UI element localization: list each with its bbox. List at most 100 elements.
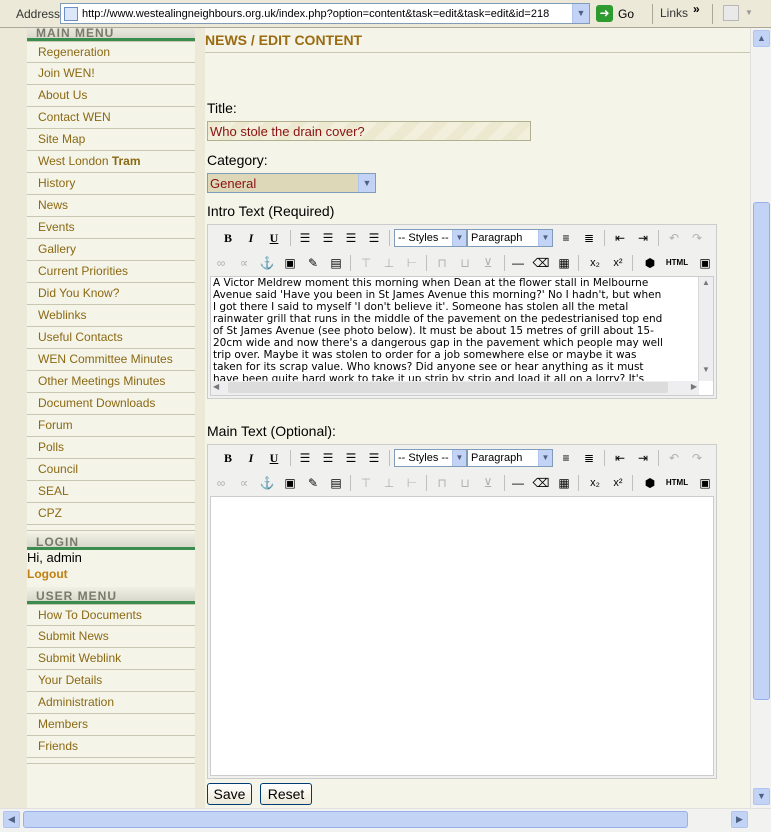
- window-horizontal-scrollbar[interactable]: ◀ ▶: [0, 808, 771, 832]
- undo-icon[interactable]: ↶: [664, 229, 684, 247]
- eraser-icon[interactable]: ⌫: [531, 254, 551, 272]
- main-menu-item[interactable]: Gallery: [27, 239, 195, 261]
- format-select[interactable]: Paragraph ▼: [467, 449, 553, 467]
- main-menu-item[interactable]: WEN Committee Minutes: [27, 349, 195, 371]
- main-menu-item[interactable]: News: [27, 195, 195, 217]
- user-menu-item[interactable]: Submit News: [27, 626, 195, 648]
- user-menu-item[interactable]: Submit Weblink: [27, 648, 195, 670]
- main-menu-item[interactable]: Regeneration: [27, 41, 195, 63]
- delete-row-icon[interactable]: ⊥: [379, 254, 399, 272]
- italic-button[interactable]: I: [241, 229, 261, 247]
- cleanup-icon[interactable]: ✎: [303, 254, 323, 272]
- main-menu-item[interactable]: Useful Contacts: [27, 327, 195, 349]
- main-menu-item[interactable]: Other Meetings Minutes: [27, 371, 195, 393]
- image-insert-icon[interactable]: ▣: [695, 474, 715, 492]
- superscript-button[interactable]: x²: [608, 474, 628, 492]
- bold-button[interactable]: B: [218, 229, 238, 247]
- subscript-button[interactable]: x₂: [585, 474, 605, 492]
- go-button[interactable]: ➜ Go: [596, 4, 644, 24]
- main-menu-item[interactable]: Site Map: [27, 129, 195, 151]
- styles-dropdown-icon[interactable]: ▼: [452, 230, 466, 246]
- merge-cell-icon[interactable]: ⊻: [478, 474, 498, 492]
- styles-dropdown-icon[interactable]: ▼: [452, 450, 466, 466]
- insert-col-icon[interactable]: ⊓: [432, 474, 452, 492]
- media-icon[interactable]: ⬢: [640, 474, 660, 492]
- delete-col-icon[interactable]: ⊔: [455, 474, 475, 492]
- links-chevron-icon[interactable]: »: [693, 2, 700, 16]
- main-menu-item[interactable]: Current Priorities: [27, 261, 195, 283]
- unlink-icon[interactable]: ∝: [234, 474, 254, 492]
- visual-aid-icon[interactable]: ▦: [554, 254, 574, 272]
- align-left-icon[interactable]: ☰: [295, 229, 315, 247]
- main-menu-item[interactable]: West London Tram: [27, 151, 195, 173]
- main-menu-item[interactable]: Join WEN!: [27, 63, 195, 85]
- horizontal-rule-icon[interactable]: —: [508, 474, 528, 492]
- category-select[interactable]: General ▼: [207, 173, 376, 193]
- main-menu-item[interactable]: Contact WEN: [27, 107, 195, 129]
- delete-row-icon[interactable]: ⊥: [379, 474, 399, 492]
- save-button[interactable]: Save: [207, 783, 252, 805]
- links-label[interactable]: Links: [660, 6, 688, 20]
- indent-icon[interactable]: ⇥: [633, 229, 653, 247]
- underline-button[interactable]: U: [264, 229, 284, 247]
- split-cell-icon[interactable]: ⊢: [402, 474, 422, 492]
- main-menu-item[interactable]: CPZ: [27, 503, 195, 525]
- main-menu-item[interactable]: History: [27, 173, 195, 195]
- cleanup-icon[interactable]: ✎: [303, 474, 323, 492]
- redo-icon[interactable]: ↷: [687, 449, 707, 467]
- redo-icon[interactable]: ↷: [687, 229, 707, 247]
- bullet-list-icon[interactable]: ≡: [556, 449, 576, 467]
- scroll-down-icon[interactable]: ▼: [700, 365, 712, 377]
- intro-text-content[interactable]: A Victor Meldrew moment this morning whe…: [213, 277, 693, 385]
- address-url[interactable]: http://www.westealingneighbours.org.uk/i…: [82, 8, 549, 20]
- bullet-list-icon[interactable]: ≡: [556, 229, 576, 247]
- align-left-icon[interactable]: ☰: [295, 449, 315, 467]
- html-button[interactable]: HTML: [663, 474, 691, 492]
- image-icon[interactable]: ▣: [280, 254, 300, 272]
- image-icon[interactable]: ▣: [280, 474, 300, 492]
- eraser-icon[interactable]: ⌫: [531, 474, 551, 492]
- user-menu-item[interactable]: Members: [27, 714, 195, 736]
- split-cell-icon[interactable]: ⊢: [402, 254, 422, 272]
- format-dropdown-icon[interactable]: ▼: [538, 230, 552, 246]
- delete-col-icon[interactable]: ⊔: [455, 254, 475, 272]
- main-menu-item[interactable]: Did You Know?: [27, 283, 195, 305]
- category-dropdown-icon[interactable]: ▼: [358, 174, 375, 192]
- bold-button[interactable]: B: [218, 449, 238, 467]
- image-insert-icon[interactable]: ▣: [695, 254, 715, 272]
- format-select[interactable]: Paragraph ▼: [467, 229, 553, 247]
- reset-button[interactable]: Reset: [260, 783, 312, 805]
- media-icon[interactable]: ⬢: [640, 254, 660, 272]
- main-menu-item[interactable]: Polls: [27, 437, 195, 459]
- toolbar-extension-icon[interactable]: [723, 5, 739, 21]
- main-menu-item[interactable]: Events: [27, 217, 195, 239]
- window-scroll-left-icon[interactable]: ◀: [3, 811, 20, 828]
- address-input[interactable]: http://www.westealingneighbours.org.uk/i…: [60, 3, 590, 24]
- main-menu-item[interactable]: SEAL: [27, 481, 195, 503]
- outdent-icon[interactable]: ⇤: [610, 229, 630, 247]
- main-menu-item[interactable]: Weblinks: [27, 305, 195, 327]
- main-menu-item[interactable]: Document Downloads: [27, 393, 195, 415]
- underline-button[interactable]: U: [264, 449, 284, 467]
- align-right-icon[interactable]: ☰: [341, 449, 361, 467]
- insert-col-icon[interactable]: ⊓: [432, 254, 452, 272]
- align-center-icon[interactable]: ☰: [318, 229, 338, 247]
- undo-icon[interactable]: ↶: [664, 449, 684, 467]
- table-icon[interactable]: ▤: [326, 254, 346, 272]
- window-vertical-scrollbar[interactable]: ▲ ▼: [750, 28, 771, 808]
- intro-textarea[interactable]: A Victor Meldrew moment this morning whe…: [210, 276, 714, 396]
- format-dropdown-icon[interactable]: ▼: [538, 450, 552, 466]
- link-icon[interactable]: ∞: [211, 474, 231, 492]
- visual-aid-icon[interactable]: ▦: [554, 474, 574, 492]
- user-menu-item[interactable]: Administration: [27, 692, 195, 714]
- title-input[interactable]: Who stole the drain cover?: [207, 121, 531, 141]
- scroll-left-icon[interactable]: ◀: [213, 382, 219, 391]
- scroll-up-icon[interactable]: ▲: [700, 278, 712, 290]
- logout-link[interactable]: Logout: [27, 567, 195, 583]
- numbered-list-icon[interactable]: ≣: [579, 229, 599, 247]
- align-right-icon[interactable]: ☰: [341, 229, 361, 247]
- styles-select[interactable]: -- Styles -- ▼: [394, 449, 467, 467]
- main-menu-item[interactable]: Council: [27, 459, 195, 481]
- main-menu-item[interactable]: Forum: [27, 415, 195, 437]
- window-hscroll-thumb[interactable]: [23, 811, 688, 828]
